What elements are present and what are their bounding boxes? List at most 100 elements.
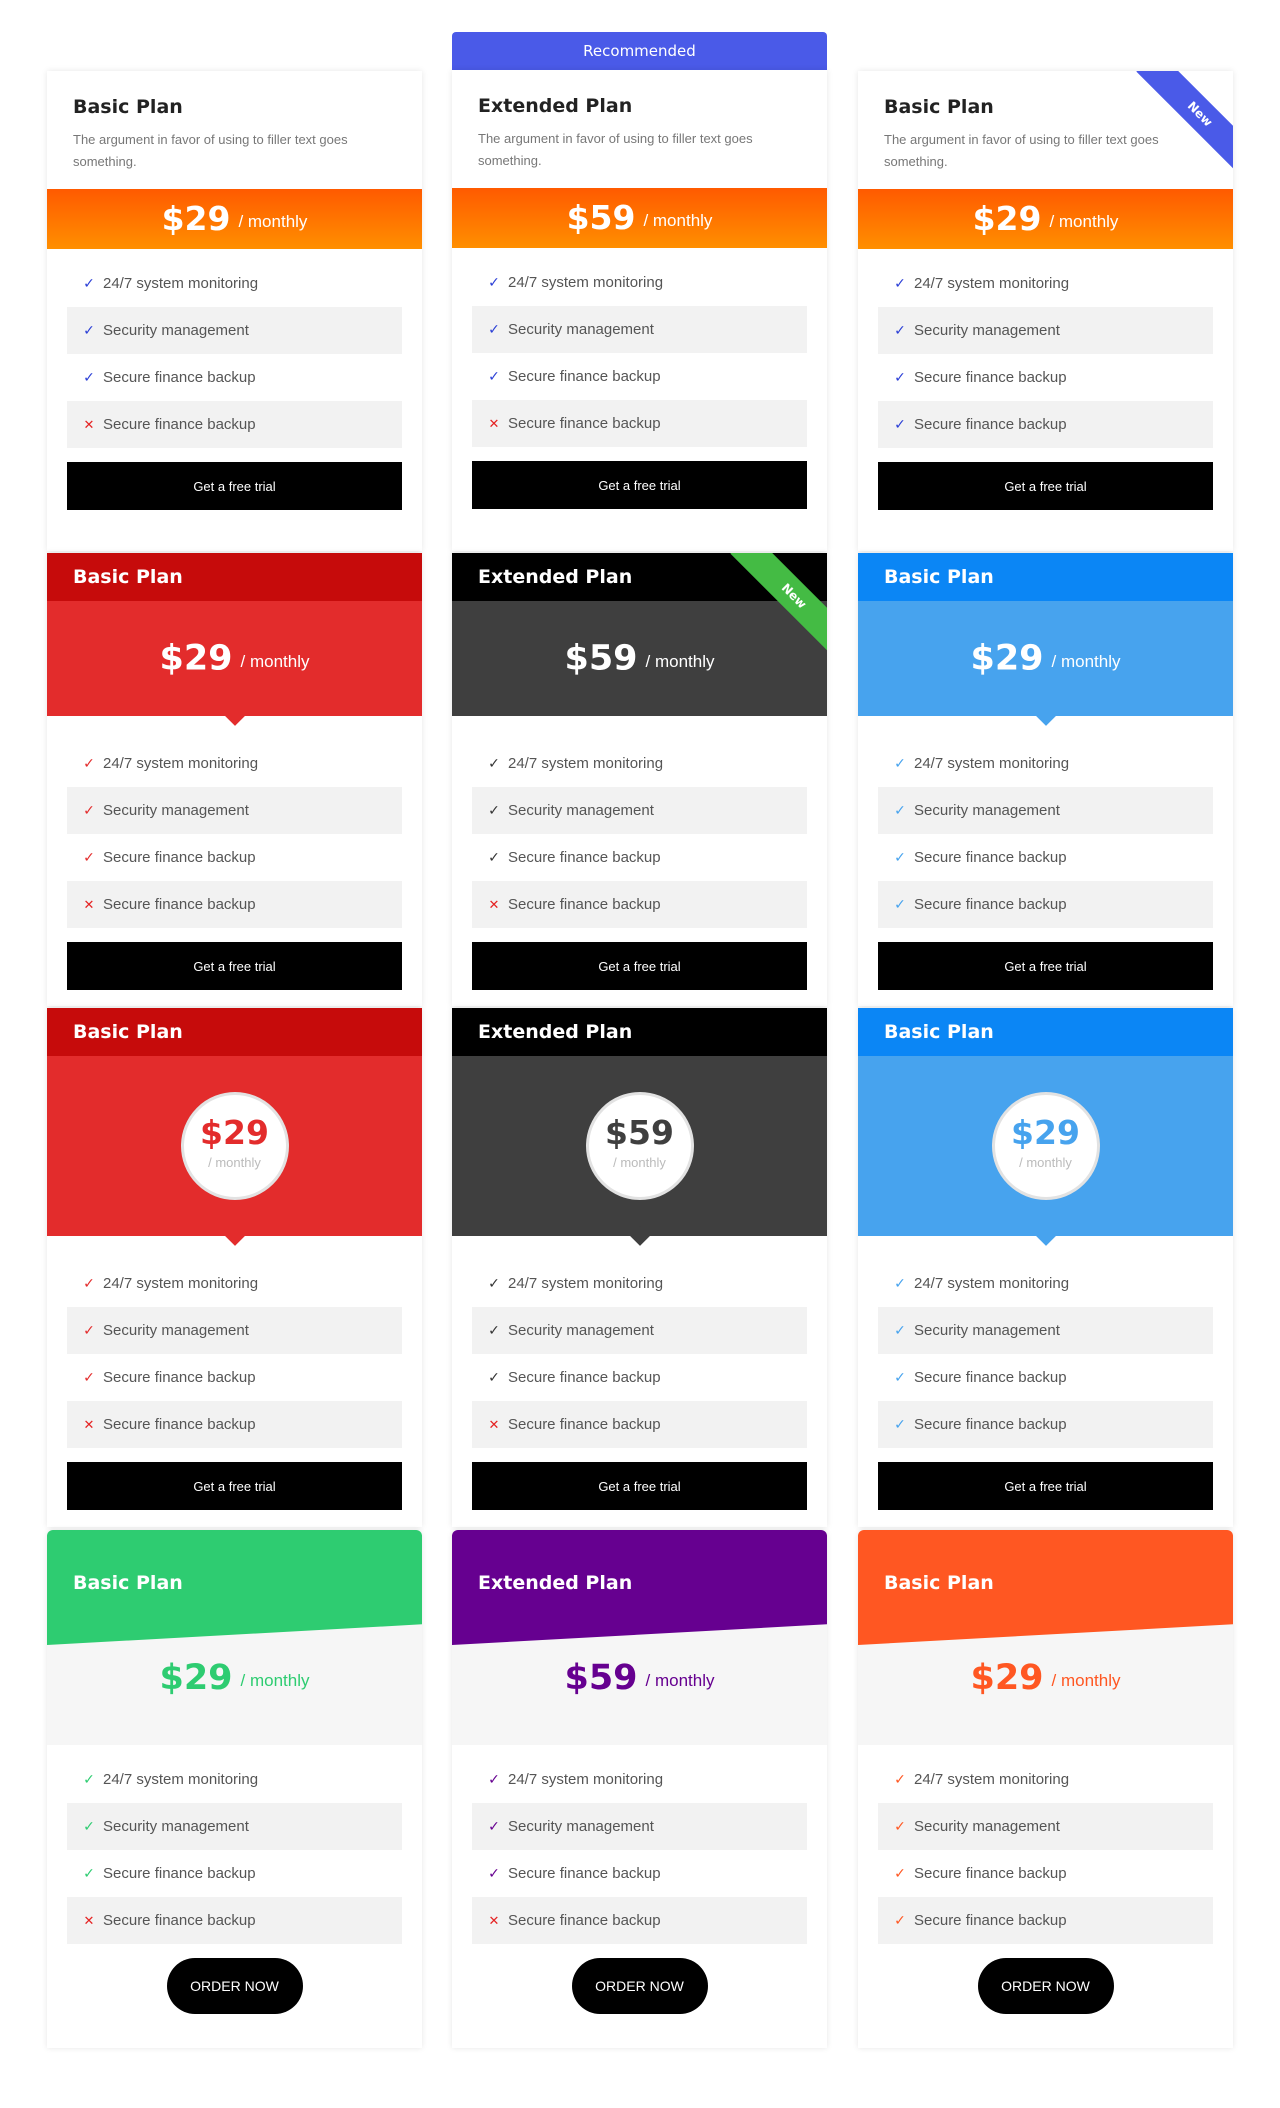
check-icon: ✓ <box>488 321 500 337</box>
feature-item: ✕ Secure finance backup <box>67 881 402 928</box>
price-period: / monthly <box>643 211 713 230</box>
feature-item: ✓ 24/7 system monitoring <box>67 740 402 787</box>
order-now-button[interactable]: ORDER NOW <box>571 1958 708 2014</box>
check-icon: ✓ <box>488 1322 500 1338</box>
check-icon: ✓ <box>894 416 906 432</box>
cross-icon: ✕ <box>83 1913 95 1928</box>
feature-item: ✓ Security management <box>67 787 402 834</box>
plan-title: Basic Plan <box>73 96 183 118</box>
check-icon: ✓ <box>83 1369 95 1385</box>
check-icon: ✓ <box>83 1771 95 1787</box>
feature-item: ✓ Secure finance backup <box>472 1850 807 1897</box>
feature-item: ✓ Secure finance backup <box>67 1850 402 1897</box>
price-period: / monthly <box>645 652 715 672</box>
check-icon: ✓ <box>894 275 906 291</box>
free-trial-button[interactable]: Get a free trial <box>67 1462 402 1510</box>
check-icon: ✓ <box>83 1275 95 1291</box>
check-icon: ✓ <box>488 1818 500 1834</box>
recommended-badge: Recommended <box>452 32 827 70</box>
check-icon: ✓ <box>894 896 906 912</box>
free-trial-button[interactable]: Get a free trial <box>878 1462 1213 1510</box>
feature-item: ✓ 24/7 system monitoring <box>472 1756 807 1803</box>
free-trial-button[interactable]: Get a free trial <box>878 942 1213 990</box>
feature-item: ✓ Secure finance backup <box>878 881 1213 928</box>
check-icon: ✓ <box>83 275 95 291</box>
price-block: $29 / monthly <box>858 1056 1233 1246</box>
feature-item: ✓ Secure finance backup <box>878 354 1213 401</box>
feature-item: ✓ Security management <box>67 307 402 354</box>
check-icon: ✓ <box>83 755 95 771</box>
check-icon: ✓ <box>488 368 500 384</box>
plan-title: Extended Plan <box>452 1008 827 1056</box>
feature-item: ✕ Secure finance backup <box>472 400 807 447</box>
plan-description: The argument in favor of using to filler… <box>478 131 753 168</box>
feature-item: ✓ Security management <box>878 1803 1213 1850</box>
pricing-card-basic-green-r4: Basic Plan $29 / monthly ✓ 24/7 system mon… <box>47 1530 422 2048</box>
plan-title: Basic Plan <box>858 553 1233 601</box>
pricing-card-extended-r3: Extended Plan $59 / monthly ✓ 24/7 system… <box>452 1008 827 1527</box>
free-trial-button[interactable]: Get a free trial <box>472 942 807 990</box>
price-amount: $29 <box>970 1658 1044 1698</box>
price-period: / monthly <box>208 1155 261 1170</box>
feature-list: ✓ 24/7 system monitoring ✓ Security manage… <box>858 1236 1233 1448</box>
check-icon: ✓ <box>83 1865 95 1881</box>
feature-item: ✓ 24/7 system monitoring <box>67 1260 402 1307</box>
feature-list: ✓ 24/7 system monitoring ✓ Security manage… <box>858 716 1233 928</box>
feature-item: ✓ Secure finance backup <box>67 834 402 881</box>
order-now-button[interactable]: ORDER NOW <box>166 1958 303 2014</box>
plan-title: Basic Plan <box>73 1572 183 1594</box>
feature-item: ✓ 24/7 system monitoring <box>67 260 402 307</box>
feature-item: ✓ Secure finance backup <box>878 1354 1213 1401</box>
feature-list: ✓ 24/7 system monitoring ✓ Security manage… <box>47 1745 422 1944</box>
feature-item: ✓ Secure finance backup <box>878 834 1213 881</box>
plan-description: The argument in favor of using to filler… <box>884 132 1159 169</box>
feature-item: ✓ Secure finance backup <box>878 1401 1213 1448</box>
price-period: / monthly <box>1051 1671 1121 1690</box>
check-icon: ✓ <box>894 755 906 771</box>
price-circle: $29 / monthly <box>991 1092 1100 1200</box>
free-trial-button[interactable]: Get a free trial <box>67 462 402 510</box>
plan-title: Basic Plan <box>884 1572 994 1594</box>
price-period: / monthly <box>645 1671 715 1690</box>
price: $29 / monthly <box>858 1658 1233 1698</box>
feature-item: ✓ Secure finance backup <box>878 1897 1213 1944</box>
check-icon: ✓ <box>488 755 500 771</box>
feature-list: ✓ 24/7 system monitoring ✓ Security manage… <box>858 249 1233 448</box>
price-amount: $29 <box>972 199 1042 238</box>
feature-item: ✓ Secure finance backup <box>67 1354 402 1401</box>
price-period: / monthly <box>1049 212 1119 231</box>
free-trial-button[interactable]: Get a free trial <box>67 942 402 990</box>
price-amount: $29 <box>200 1113 269 1152</box>
check-icon: ✓ <box>894 1771 906 1787</box>
feature-item: ✕ Secure finance backup <box>67 401 402 448</box>
pricing-card-basic-orange-r4: Basic Plan $29 / monthly ✓ 24/7 system mon… <box>858 1530 1233 2048</box>
check-icon: ✓ <box>894 849 906 865</box>
free-trial-button[interactable]: Get a free trial <box>472 461 807 509</box>
price-period: / monthly <box>238 212 308 231</box>
plan-title: Basic Plan <box>47 1008 422 1056</box>
plan-title: Extended Plan <box>478 95 633 117</box>
price-period: / monthly <box>240 1671 310 1690</box>
check-icon: ✓ <box>488 849 500 865</box>
check-icon: ✓ <box>894 1322 906 1338</box>
cross-icon: ✕ <box>83 417 95 432</box>
free-trial-button[interactable]: Get a free trial <box>472 1462 807 1510</box>
pricing-card-extended-r2: Extended Plan $59/ monthly New ✓ 24/7 sys… <box>452 553 827 1006</box>
feature-list: ✓ 24/7 system monitoring ✓ Security manage… <box>858 1745 1233 1944</box>
price-block: $29 / monthly <box>47 1056 422 1246</box>
order-now-button[interactable]: ORDER NOW <box>977 1958 1114 2014</box>
free-trial-button[interactable]: Get a free trial <box>878 462 1213 510</box>
feature-item: ✓ Security management <box>67 1803 402 1850</box>
feature-item: ✓ Secure finance backup <box>472 834 807 881</box>
feature-list: ✓ 24/7 system monitoring ✓ Security manage… <box>452 716 827 928</box>
check-icon: ✓ <box>488 1275 500 1291</box>
check-icon: ✓ <box>894 1912 906 1928</box>
feature-item: ✓ 24/7 system monitoring <box>878 1756 1213 1803</box>
price-circle: $29 / monthly <box>180 1092 289 1200</box>
plan-title: Basic Plan <box>858 1008 1233 1056</box>
feature-item: ✓ Security management <box>472 1803 807 1850</box>
check-icon: ✓ <box>488 1865 500 1881</box>
price-band: $59 / monthly <box>452 188 827 248</box>
pricing-card-extended-r1: Extended Plan The argument in favor of u… <box>452 70 827 551</box>
feature-item: ✓ 24/7 system monitoring <box>472 259 807 306</box>
